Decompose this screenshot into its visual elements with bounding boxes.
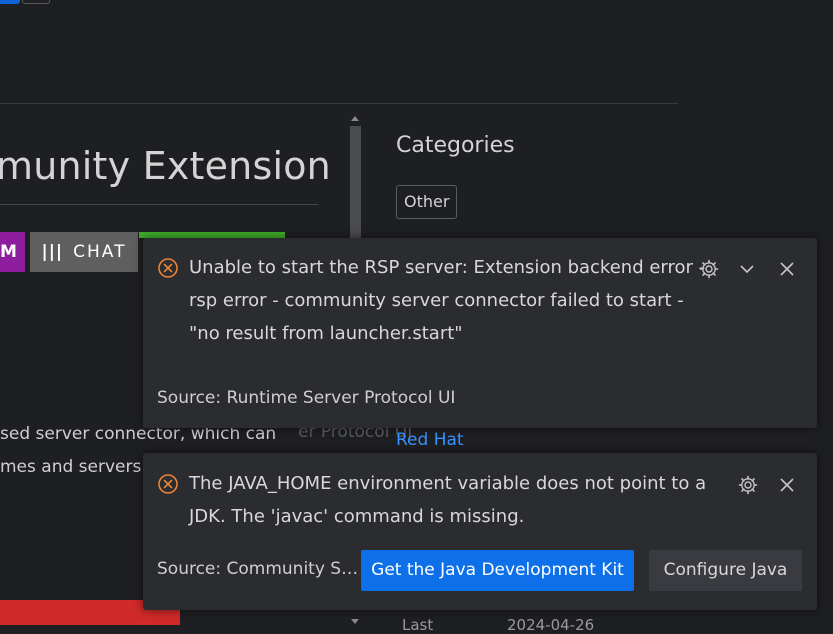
top-button-fragment[interactable] bbox=[0, 0, 20, 4]
scroll-down-arrow[interactable] bbox=[351, 619, 359, 624]
notification-rsp-error: Unable to start the RSP server: Extensio… bbox=[143, 238, 817, 428]
categories-heading: Categories bbox=[396, 133, 515, 158]
category-chip-other[interactable]: Other bbox=[396, 185, 458, 219]
publisher-link[interactable]: Red Hat bbox=[396, 430, 464, 450]
chevron-down-icon[interactable] bbox=[737, 259, 757, 279]
close-icon[interactable] bbox=[777, 259, 797, 279]
notification-java-home-error: The JAVA_HOME environment variable does … bbox=[143, 453, 817, 610]
extension-title: munity Extension bbox=[0, 144, 331, 188]
scrollbar-thumb[interactable] bbox=[350, 126, 361, 246]
gear-icon[interactable] bbox=[738, 475, 758, 495]
scroll-up-arrow[interactable] bbox=[351, 116, 359, 121]
chat-icon: ||| bbox=[41, 242, 64, 262]
error-circle-icon bbox=[158, 258, 178, 278]
configure-java-button[interactable]: Configure Java bbox=[649, 550, 802, 591]
last-updated-label: Last bbox=[402, 616, 434, 634]
last-updated-value: 2024-04-26 bbox=[507, 616, 595, 634]
error-circle-icon bbox=[158, 474, 178, 494]
chat-badge-label: CHAT bbox=[73, 242, 127, 262]
description-line: mes and servers bbox=[0, 457, 142, 477]
notification-source: Source: Community S… bbox=[157, 559, 359, 579]
title-divider bbox=[0, 204, 318, 205]
notification-message: The JAVA_HOME environment variable does … bbox=[189, 473, 707, 527]
notification-source: Source: Runtime Server Protocol UI bbox=[157, 388, 456, 408]
header-divider bbox=[0, 103, 678, 104]
close-icon[interactable] bbox=[777, 475, 797, 495]
chat-badge[interactable]: ||| CHAT bbox=[30, 232, 138, 272]
badge-purple-text: M bbox=[0, 242, 19, 262]
badge-purple[interactable]: M bbox=[0, 232, 25, 272]
top-control-fragment[interactable] bbox=[22, 0, 50, 4]
notification-message: Unable to start the RSP server: Extensio… bbox=[189, 257, 706, 344]
gear-icon[interactable] bbox=[699, 259, 719, 279]
get-jdk-button[interactable]: Get the Java Development Kit bbox=[361, 550, 634, 591]
